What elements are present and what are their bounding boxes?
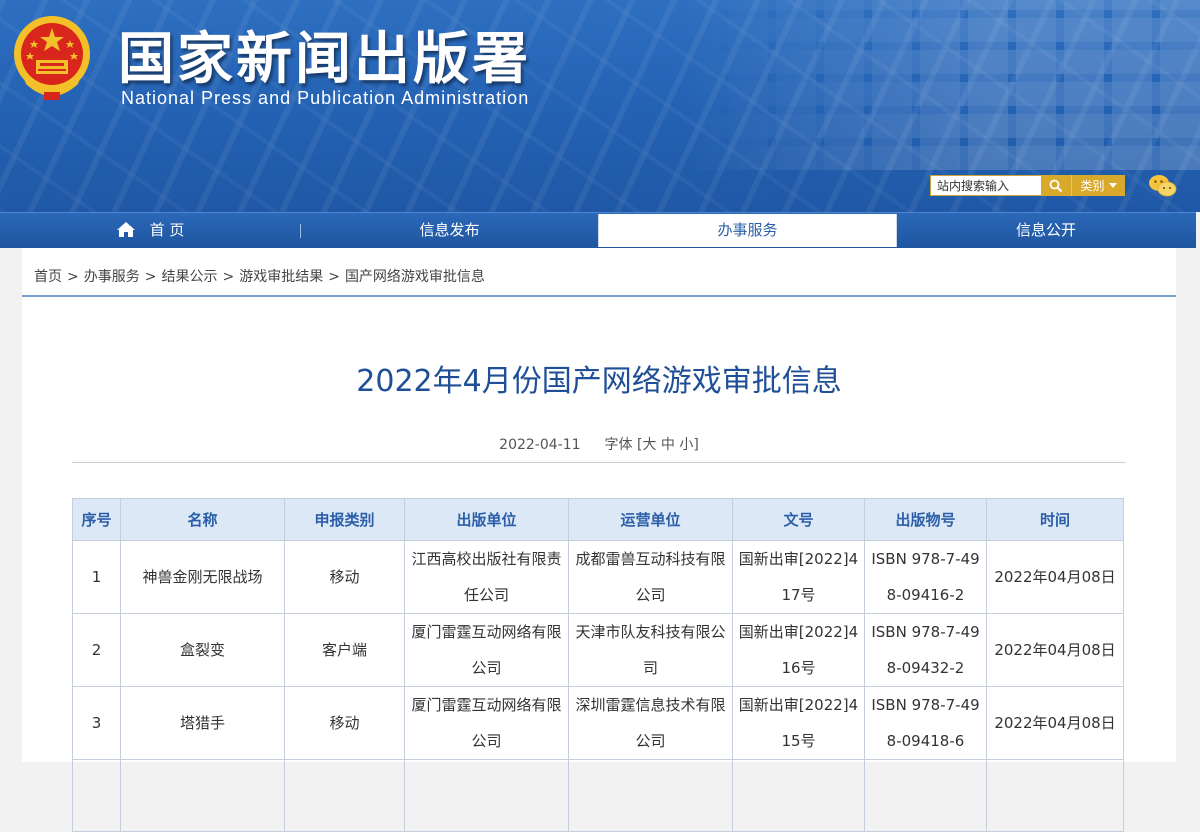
cell-doc-number: 国新出审[2022]415号 xyxy=(732,686,865,760)
cell-publisher: 厦门雷霆互动网络有限公司 xyxy=(404,686,569,760)
col-header-doc-number: 文号 xyxy=(732,498,865,541)
table-row: 1 神兽金刚无限战场 移动 江西高校出版社有限责任公司 成都雷兽互动科技有限公司… xyxy=(72,540,1124,614)
cell-date: 2022年04月08日 xyxy=(986,613,1124,687)
breadcrumb: 首页 > 办事服务 > 结果公示 > 游戏审批结果 > 国产网络游戏审批信息 xyxy=(34,266,485,286)
col-header-date: 时间 xyxy=(986,498,1124,541)
site-title-cn[interactable]: 国家新闻出版署 xyxy=(118,14,531,95)
breadcrumb-separator: > xyxy=(328,269,340,285)
cell-name: 盒裂变 xyxy=(120,613,285,687)
table-row xyxy=(72,759,1124,832)
col-header-publisher: 出版单位 xyxy=(404,498,569,541)
wechat-icon[interactable] xyxy=(1148,173,1178,199)
font-size-switcher[interactable]: 字体 [大 中 小] xyxy=(605,437,699,453)
article-title: 2022年4月份国产网络游戏审批信息 xyxy=(356,364,842,399)
cell-publisher xyxy=(404,759,569,832)
cell-operator: 深圳雷霆信息技术有限公司 xyxy=(568,686,733,760)
category-label: 类别 xyxy=(1080,179,1105,193)
cell-date: 2022年04月08日 xyxy=(986,540,1124,614)
cell-category xyxy=(284,759,405,832)
meta-divider xyxy=(72,462,1126,463)
breadcrumb-separator: > xyxy=(222,269,235,285)
col-header-operator: 运营单位 xyxy=(568,498,733,541)
cell-doc-number: 国新出审[2022]417号 xyxy=(732,540,865,614)
cell-isbn: ISBN 978-7-498-09418-6 xyxy=(864,686,987,760)
cell-index: 1 xyxy=(72,540,121,614)
nav-item-home[interactable]: 首 页 xyxy=(0,213,300,248)
col-header-category: 申报类别 xyxy=(284,498,405,541)
cell-isbn xyxy=(864,759,987,832)
publish-date: 2022-04-11 xyxy=(499,437,581,453)
cell-name: 神兽金刚无限战场 xyxy=(120,540,285,614)
category-dropdown[interactable]: 类别 xyxy=(1071,175,1125,196)
breadcrumb-divider xyxy=(22,295,1176,297)
cell-date xyxy=(986,759,1124,832)
table-row: 2 盒裂变 客户端 厦门雷霆互动网络有限公司 天津市队友科技有限公司 国新出审[… xyxy=(72,613,1124,687)
cell-operator: 成都雷兽互动科技有限公司 xyxy=(568,540,733,614)
cell-operator xyxy=(568,759,733,832)
cell-index xyxy=(72,759,121,832)
cell-category: 移动 xyxy=(284,540,405,614)
breadcrumb-link[interactable]: 办事服务 xyxy=(84,269,140,285)
site-search: 类别 xyxy=(930,175,1125,196)
home-icon xyxy=(116,222,135,237)
nav-item-services[interactable]: 办事服务 xyxy=(598,214,897,247)
breadcrumb-link[interactable]: 游戏审批结果 xyxy=(239,269,323,285)
cell-name: 塔猎手 xyxy=(120,686,285,760)
col-header-name: 名称 xyxy=(120,498,285,541)
main-nav: 首 页 信息发布 办事服务 信息公开 xyxy=(0,212,1196,248)
breadcrumb-link[interactable]: 首页 xyxy=(34,269,62,285)
breadcrumb-separator: > xyxy=(67,269,79,285)
cell-doc-number: 国新出审[2022]416号 xyxy=(732,613,865,687)
approval-table: 序号 名称 申报类别 出版单位 运营单位 文号 出版物号 时间 1 神兽金刚无限… xyxy=(72,498,1124,832)
search-button[interactable] xyxy=(1041,175,1071,196)
cell-operator: 天津市队友科技有限公司 xyxy=(568,613,733,687)
breadcrumb-separator: > xyxy=(144,269,157,285)
cell-date: 2022年04月08日 xyxy=(986,686,1124,760)
table-row: 3 塔猎手 移动 厦门雷霆互动网络有限公司 深圳雷霆信息技术有限公司 国新出审[… xyxy=(72,686,1124,760)
cell-index: 3 xyxy=(72,686,121,760)
cell-isbn: ISBN 978-7-498-09416-2 xyxy=(864,540,987,614)
cell-index: 2 xyxy=(72,613,121,687)
article-meta: 2022-04-11 字体 [大 中 小] xyxy=(22,434,1176,454)
table-header-row: 序号 名称 申报类别 出版单位 运营单位 文号 出版物号 时间 xyxy=(72,498,1124,541)
main-content: 首页 > 办事服务 > 结果公示 > 游戏审批结果 > 国产网络游戏审批信息 2022年4月份国… xyxy=(22,248,1176,832)
chevron-down-icon xyxy=(1108,183,1117,188)
cell-category: 移动 xyxy=(284,686,405,760)
breadcrumb-link[interactable]: 结果公示 xyxy=(161,269,217,285)
seal-tile-background xyxy=(680,0,1200,170)
breadcrumb-current[interactable]: 国产网络游戏审批信息 xyxy=(345,269,485,285)
national-emblem-icon[interactable] xyxy=(8,12,96,104)
search-input[interactable] xyxy=(931,176,1047,195)
search-icon xyxy=(1049,179,1063,192)
site-title-en[interactable]: National Press and Publication Administr… xyxy=(121,88,529,109)
col-header-isbn: 出版物号 xyxy=(864,498,987,541)
nav-item-info-release[interactable]: 信息发布 xyxy=(301,213,598,248)
nav-item-info-disclosure[interactable]: 信息公开 xyxy=(896,213,1196,248)
nav-home-label: 首 页 xyxy=(149,221,185,239)
cell-publisher: 厦门雷霆互动网络有限公司 xyxy=(404,613,569,687)
cell-publisher: 江西高校出版社有限责任公司 xyxy=(404,540,569,614)
cell-doc-number xyxy=(732,759,865,832)
cell-category: 客户端 xyxy=(284,613,405,687)
site-header: 国家新闻出版署 National Press and Publication A… xyxy=(0,0,1200,212)
col-header-index: 序号 xyxy=(72,498,121,541)
cell-isbn: ISBN 978-7-498-09432-2 xyxy=(864,613,987,687)
cell-name xyxy=(120,759,285,832)
